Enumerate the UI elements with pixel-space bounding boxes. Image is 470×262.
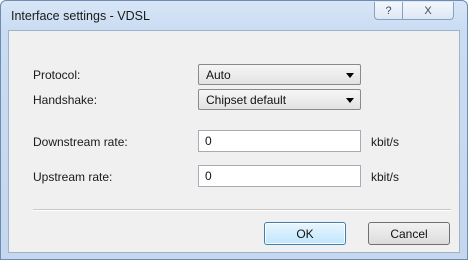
upstream-rate-unit: kbit/s bbox=[371, 170, 400, 184]
help-button[interactable]: ? bbox=[374, 2, 402, 20]
separator bbox=[33, 209, 451, 211]
title-bar[interactable]: Interface settings - VDSL ? X bbox=[1, 1, 467, 31]
handshake-label: Handshake: bbox=[33, 93, 98, 107]
downstream-rate-input[interactable]: 0 bbox=[198, 130, 361, 152]
upstream-rate-label: Upstream rate: bbox=[33, 170, 113, 184]
dialog-window: Interface settings - VDSL ? X Protocol: … bbox=[0, 0, 468, 260]
close-icon: X bbox=[424, 4, 432, 17]
handshake-value: Chipset default bbox=[206, 93, 287, 107]
downstream-rate-label: Downstream rate: bbox=[33, 135, 128, 149]
cancel-button[interactable]: Cancel bbox=[368, 222, 450, 245]
chevron-down-icon bbox=[346, 98, 354, 103]
chevron-down-icon bbox=[346, 73, 354, 78]
dialog-content: Protocol: Auto Handshake: Chipset defaul… bbox=[8, 30, 460, 253]
ok-button[interactable]: OK bbox=[264, 222, 346, 245]
downstream-rate-unit: kbit/s bbox=[371, 135, 400, 149]
window-title: Interface settings - VDSL bbox=[11, 9, 150, 23]
protocol-label: Protocol: bbox=[33, 68, 81, 82]
handshake-dropdown[interactable]: Chipset default bbox=[198, 89, 361, 110]
close-button[interactable]: X bbox=[402, 2, 454, 20]
help-icon: ? bbox=[385, 4, 392, 17]
protocol-value: Auto bbox=[206, 68, 231, 82]
protocol-dropdown[interactable]: Auto bbox=[198, 64, 361, 85]
upstream-rate-input[interactable]: 0 bbox=[198, 165, 361, 187]
